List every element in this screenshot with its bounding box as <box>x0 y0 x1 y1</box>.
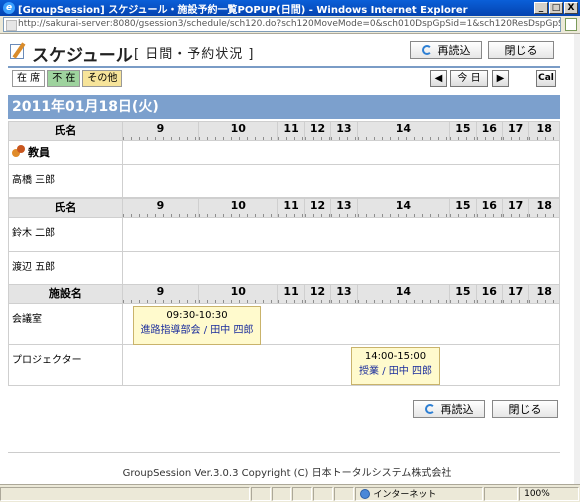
calendar-button[interactable]: Cal <box>536 70 556 87</box>
event-title[interactable]: 授業 / 田中 四郎 <box>352 362 439 377</box>
user-name[interactable]: 高橋 三郎 <box>8 164 123 198</box>
column-header-facility: 施設名 <box>8 284 123 304</box>
event-title[interactable]: 進路指導部会 / 田中 四郎 <box>134 321 260 336</box>
protected-mode-icon[interactable] <box>484 486 519 501</box>
hour-10: 10 <box>198 121 279 141</box>
hour-13: 13 <box>330 284 358 304</box>
event-time: 09:30-10:30 <box>166 310 228 321</box>
hour-18: 18 <box>528 198 560 218</box>
date-heading: 2011年01月18日(火) <box>8 95 560 119</box>
hour-12: 12 <box>303 121 332 141</box>
facility-name[interactable]: 会議室 <box>8 303 123 345</box>
facility-name[interactable]: プロジェクター <box>8 344 123 386</box>
hour-13: 13 <box>330 198 358 218</box>
user-timeline[interactable] <box>121 217 561 252</box>
group-name: 教員 <box>28 146 50 159</box>
url-field[interactable]: http://sakurai-server:8080/gsession3/sch… <box>3 17 561 32</box>
facility-timeline[interactable] <box>121 344 561 386</box>
hour-14: 14 <box>356 284 451 304</box>
vertical-scrollbar[interactable] <box>574 34 580 484</box>
schedule-event[interactable]: 14:00-15:00 授業 / 田中 四郎 <box>351 347 440 385</box>
hour-16: 16 <box>475 121 503 141</box>
hour-9: 9 <box>121 284 200 304</box>
reload-icon <box>424 404 435 414</box>
hour-9: 9 <box>121 198 200 218</box>
user-timeline[interactable] <box>121 164 561 198</box>
ie-icon: e <box>3 2 15 14</box>
group-row: 教員 <box>8 140 123 165</box>
hour-17: 17 <box>501 121 530 141</box>
schedule-logo-icon <box>10 42 28 60</box>
filter-other[interactable]: その他 <box>82 70 123 87</box>
reload-button[interactable]: 再読込 <box>410 41 482 59</box>
next-day-button[interactable]: ▶ <box>492 70 509 87</box>
reload-icon <box>421 45 432 55</box>
close-window-button[interactable]: X <box>564 2 578 14</box>
user-name[interactable]: 鈴木 二郎 <box>8 217 123 252</box>
security-zone: インターネット <box>355 486 484 501</box>
hour-9: 9 <box>121 121 200 141</box>
window-titlebar: e [GroupSession] スケジュール・施設予約一覧POPUP(日間) … <box>0 0 580 16</box>
page-title: スケジュール <box>32 46 133 66</box>
hour-17: 17 <box>501 198 530 218</box>
status-bar: インターネット 100% <box>0 484 580 502</box>
hour-15: 15 <box>449 121 477 141</box>
hour-15: 15 <box>449 198 477 218</box>
minimize-button[interactable]: _ <box>534 2 548 14</box>
hour-16: 16 <box>475 284 503 304</box>
reload-label: 再読込 <box>440 403 474 416</box>
filter-present[interactable]: 在 席 <box>12 70 46 87</box>
hour-12: 12 <box>303 198 332 218</box>
hour-13: 13 <box>330 121 358 141</box>
page-icon[interactable] <box>565 18 577 31</box>
user-timeline[interactable] <box>121 251 561 285</box>
hour-14: 14 <box>356 198 451 218</box>
close-button[interactable]: 閉じる <box>488 41 554 59</box>
hour-10: 10 <box>198 198 279 218</box>
page-subtitle: [ 日間・予約状況 ] <box>134 47 255 62</box>
close-label: 閉じる <box>504 44 538 57</box>
hour-15: 15 <box>449 284 477 304</box>
page-content: スケジュール [ 日間・予約状況 ] 再読込 閉じる 在 席 不 在 その他 ◀… <box>0 34 574 484</box>
schedule-table-users-2: 氏名 9 10 11 12 13 14 15 16 17 18 鈴木 二郎 渡辺… <box>8 198 561 285</box>
hour-16: 16 <box>475 198 503 218</box>
today-button[interactable]: 今 日 <box>450 70 488 87</box>
globe-icon <box>360 488 371 499</box>
hour-11: 11 <box>277 284 305 304</box>
event-time: 14:00-15:00 <box>364 351 427 362</box>
hour-10: 10 <box>198 284 279 304</box>
hour-11: 11 <box>277 121 305 141</box>
status-filters: 在 席 不 在 その他 <box>12 70 124 87</box>
bottom-close-button[interactable]: 閉じる <box>492 400 558 418</box>
group-icon <box>12 145 26 159</box>
header-divider <box>8 66 560 68</box>
schedule-event[interactable]: 09:30-10:30 進路指導部会 / 田中 四郎 <box>133 306 261 345</box>
zone-label: インターネット <box>373 490 437 500</box>
zoom-control[interactable]: 100% <box>519 486 579 501</box>
filter-absent[interactable]: 不 在 <box>47 70 81 87</box>
column-header-name: 氏名 <box>8 198 123 218</box>
footer-copyright: GroupSession Ver.3.0.3 Copyright (C) 日本ト… <box>122 468 452 479</box>
hour-11: 11 <box>277 198 305 218</box>
reload-label: 再読込 <box>437 44 471 57</box>
close-label: 閉じる <box>508 403 542 416</box>
window-title: [GroupSession] スケジュール・施設予約一覧POPUP(日間) - … <box>18 4 468 16</box>
hour-18: 18 <box>528 121 560 141</box>
prev-day-button[interactable]: ◀ <box>430 70 447 87</box>
column-header-name: 氏名 <box>8 121 123 141</box>
maximize-button[interactable]: □ <box>549 2 563 14</box>
address-bar: http://sakurai-server:8080/gsession3/sch… <box>0 16 580 34</box>
hour-12: 12 <box>303 284 332 304</box>
facility-table: 施設名 9 10 11 12 13 14 15 16 17 18 会議室 プロジ… <box>8 284 561 386</box>
hour-18: 18 <box>528 284 560 304</box>
hour-14: 14 <box>356 121 451 141</box>
user-name[interactable]: 渡辺 五郎 <box>8 251 123 285</box>
schedule-table-users-1: 氏名 9 10 11 12 13 14 15 16 17 18 教員 高橋 三郎 <box>8 121 561 198</box>
group-timeline[interactable] <box>121 140 561 165</box>
footer-divider <box>8 452 560 453</box>
zoom-level: 100% <box>524 488 550 499</box>
bottom-reload-button[interactable]: 再読込 <box>413 400 485 418</box>
hour-17: 17 <box>501 284 530 304</box>
